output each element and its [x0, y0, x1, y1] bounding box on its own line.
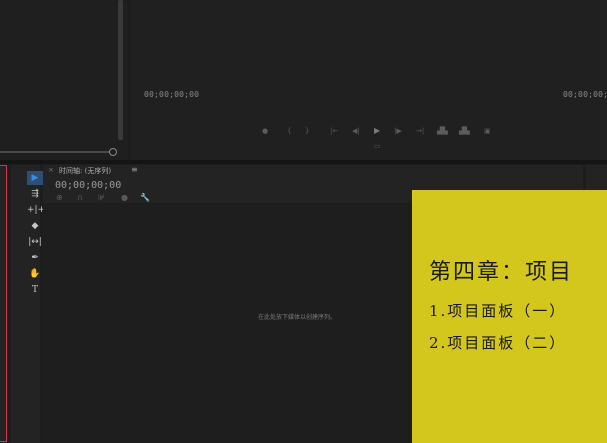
razor-tool-icon[interactable]: ◆ [27, 219, 43, 233]
hand-tool-icon[interactable]: ✋ [27, 267, 43, 281]
go-to-in-icon[interactable]: |← [330, 126, 338, 136]
mark-out-icon[interactable]: } [305, 126, 309, 136]
extract-icon[interactable]: ▟▙ [459, 126, 470, 136]
export-frame-icon[interactable]: ▣ [484, 126, 491, 136]
snap-icon[interactable]: ∩ [77, 193, 83, 202]
program-timecode-left[interactable]: 00;00;00;00 [144, 90, 199, 99]
project-panel-zoom-track[interactable] [0, 151, 110, 153]
close-tab-icon[interactable]: × [48, 166, 54, 174]
track-select-tool-icon[interactable]: ⇶ [27, 187, 43, 201]
step-back-icon[interactable]: ◀| [352, 126, 360, 136]
pen-tool-icon[interactable]: ✒ [27, 251, 43, 265]
program-monitor: 00;00;00;00 00;00;00;00 ● { } |← ◀| ▶ |▶… [130, 0, 607, 160]
play-icon[interactable]: ▶ [374, 126, 380, 136]
safe-margins-icon[interactable]: ▭ [374, 141, 381, 151]
slip-tool-icon[interactable]: |↔| [27, 235, 43, 249]
tools-panel: ▶ ⇶ +|+ ◆ |↔| ✒ ✋ T [11, 165, 45, 443]
timeline-empty-hint: 在此处放下媒体以创建序列。 [258, 314, 337, 321]
panel-divider[interactable] [0, 160, 607, 164]
mark-in-icon[interactable]: { [287, 126, 291, 136]
program-timecode-right[interactable]: 00;00;00;00 [563, 90, 607, 99]
type-tool-icon[interactable]: T [27, 283, 43, 297]
lift-icon[interactable]: ▟▙ [437, 126, 448, 136]
project-panel-zoom-handle[interactable] [109, 148, 117, 156]
chapter-overlay: 第四章：项目 1.项目面板（一） 2.项目面板（二） [412, 190, 607, 443]
chapter-item-2: 2.项目面板（二） [429, 334, 567, 352]
timeline-tab-title: 时间轴: (无序列) [59, 167, 112, 175]
chapter-title: 第四章：项目 [429, 260, 574, 285]
project-panel [0, 0, 128, 160]
timeline-timecode[interactable]: 00;00;00;00 [55, 180, 121, 191]
chapter-item-1: 1.项目面板（一） [429, 302, 567, 320]
add-marker-icon[interactable]: ● [262, 126, 268, 136]
go-to-out-icon[interactable]: →| [416, 126, 424, 136]
timeline-tab[interactable]: × 时间轴: (无序列) ≡ [43, 165, 148, 179]
ripple-edit-tool-icon[interactable]: +|+ [27, 203, 45, 217]
panel-menu-icon[interactable]: ≡ [131, 165, 138, 174]
project-panel-scrollbar[interactable] [118, 0, 123, 140]
selection-tool-icon[interactable]: ▶ [27, 171, 43, 185]
step-forward-icon[interactable]: |▶ [394, 126, 402, 136]
add-marker-timeline-icon[interactable]: ● [121, 193, 128, 202]
wrench-icon[interactable]: 🔧 [140, 193, 150, 202]
nest-sequence-icon[interactable]: ⊕ [56, 193, 63, 202]
linked-selection-icon[interactable]: ⊯ [98, 193, 105, 202]
selected-panel-outline [0, 165, 7, 442]
